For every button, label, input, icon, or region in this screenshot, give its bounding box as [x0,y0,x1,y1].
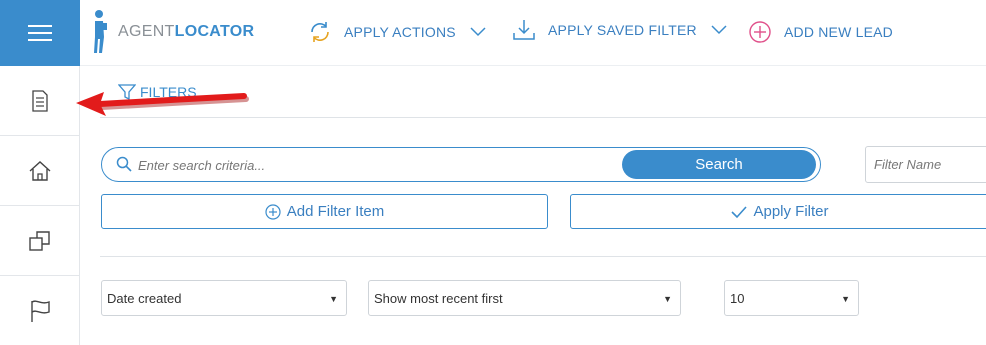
sort-order-select[interactable]: Show most recent first ▼ [368,280,681,316]
add-new-lead-label: ADD NEW LEAD [784,24,893,40]
logo-wordmark: AGENTLOCATOR [118,23,255,40]
sort-field-select[interactable]: Date created ▼ [101,280,347,316]
add-new-lead-button[interactable]: ADD NEW LEAD [748,20,893,44]
plus-circle-icon [265,203,281,220]
add-filter-item-button[interactable]: Add Filter Item [101,194,548,229]
dropdown-caret-icon: ▼ [841,294,850,304]
apply-saved-filter-label: APPLY SAVED FILTER [548,22,697,38]
hamburger-icon [28,25,52,41]
copy-icon [29,230,50,251]
sidebar-item-copies[interactable] [0,206,80,276]
page-size-select[interactable]: 10 ▼ [724,280,859,316]
agent-figure-logo-icon [94,10,107,53]
apply-actions-label: APPLY ACTIONS [344,24,456,40]
document-icon [32,89,48,112]
left-sidebar [0,0,80,345]
sort-field-value: Date created [107,290,182,306]
sort-order-value: Show most recent first [374,290,503,306]
flag-icon [31,299,50,322]
sidebar-item-documents[interactable] [0,66,80,136]
divider [100,256,986,257]
search-icon [116,156,132,172]
apply-filter-label: Apply Filter [753,203,829,220]
agent-locator-logo[interactable]: AGENTLOCATOR [92,8,254,56]
add-filter-item-label: Add Filter Item [286,203,385,220]
sidebar-item-flags[interactable] [0,276,80,345]
chevron-down-icon [470,27,486,37]
search-bar: Search [101,147,821,182]
hamburger-menu-button[interactable] [0,0,80,66]
filter-name-field[interactable] [865,146,986,183]
apply-filter-button[interactable]: Apply Filter [570,194,986,229]
checkmark-icon [731,205,748,218]
search-button[interactable]: Search [622,150,816,179]
annotation-arrow-icon [76,92,249,116]
download-icon [513,20,535,40]
dropdown-caret-icon: ▼ [329,294,338,304]
top-bar: AGENTLOCATOR APPLY ACTIONS APPLY SAVED F… [80,0,986,66]
app-root: AGENTLOCATOR APPLY ACTIONS APPLY SAVED F… [0,0,986,345]
sidebar-item-home[interactable] [0,136,80,206]
apply-saved-filter-menu[interactable]: APPLY SAVED FILTER [512,18,727,42]
home-icon [29,160,51,181]
dropdown-caret-icon: ▼ [663,294,672,304]
refresh-icon [311,22,329,42]
add-circle-icon [749,21,771,43]
apply-actions-menu[interactable]: APPLY ACTIONS [308,20,486,44]
chevron-down-icon [711,25,727,35]
search-input[interactable] [138,155,608,175]
page-size-value: 10 [730,290,745,306]
